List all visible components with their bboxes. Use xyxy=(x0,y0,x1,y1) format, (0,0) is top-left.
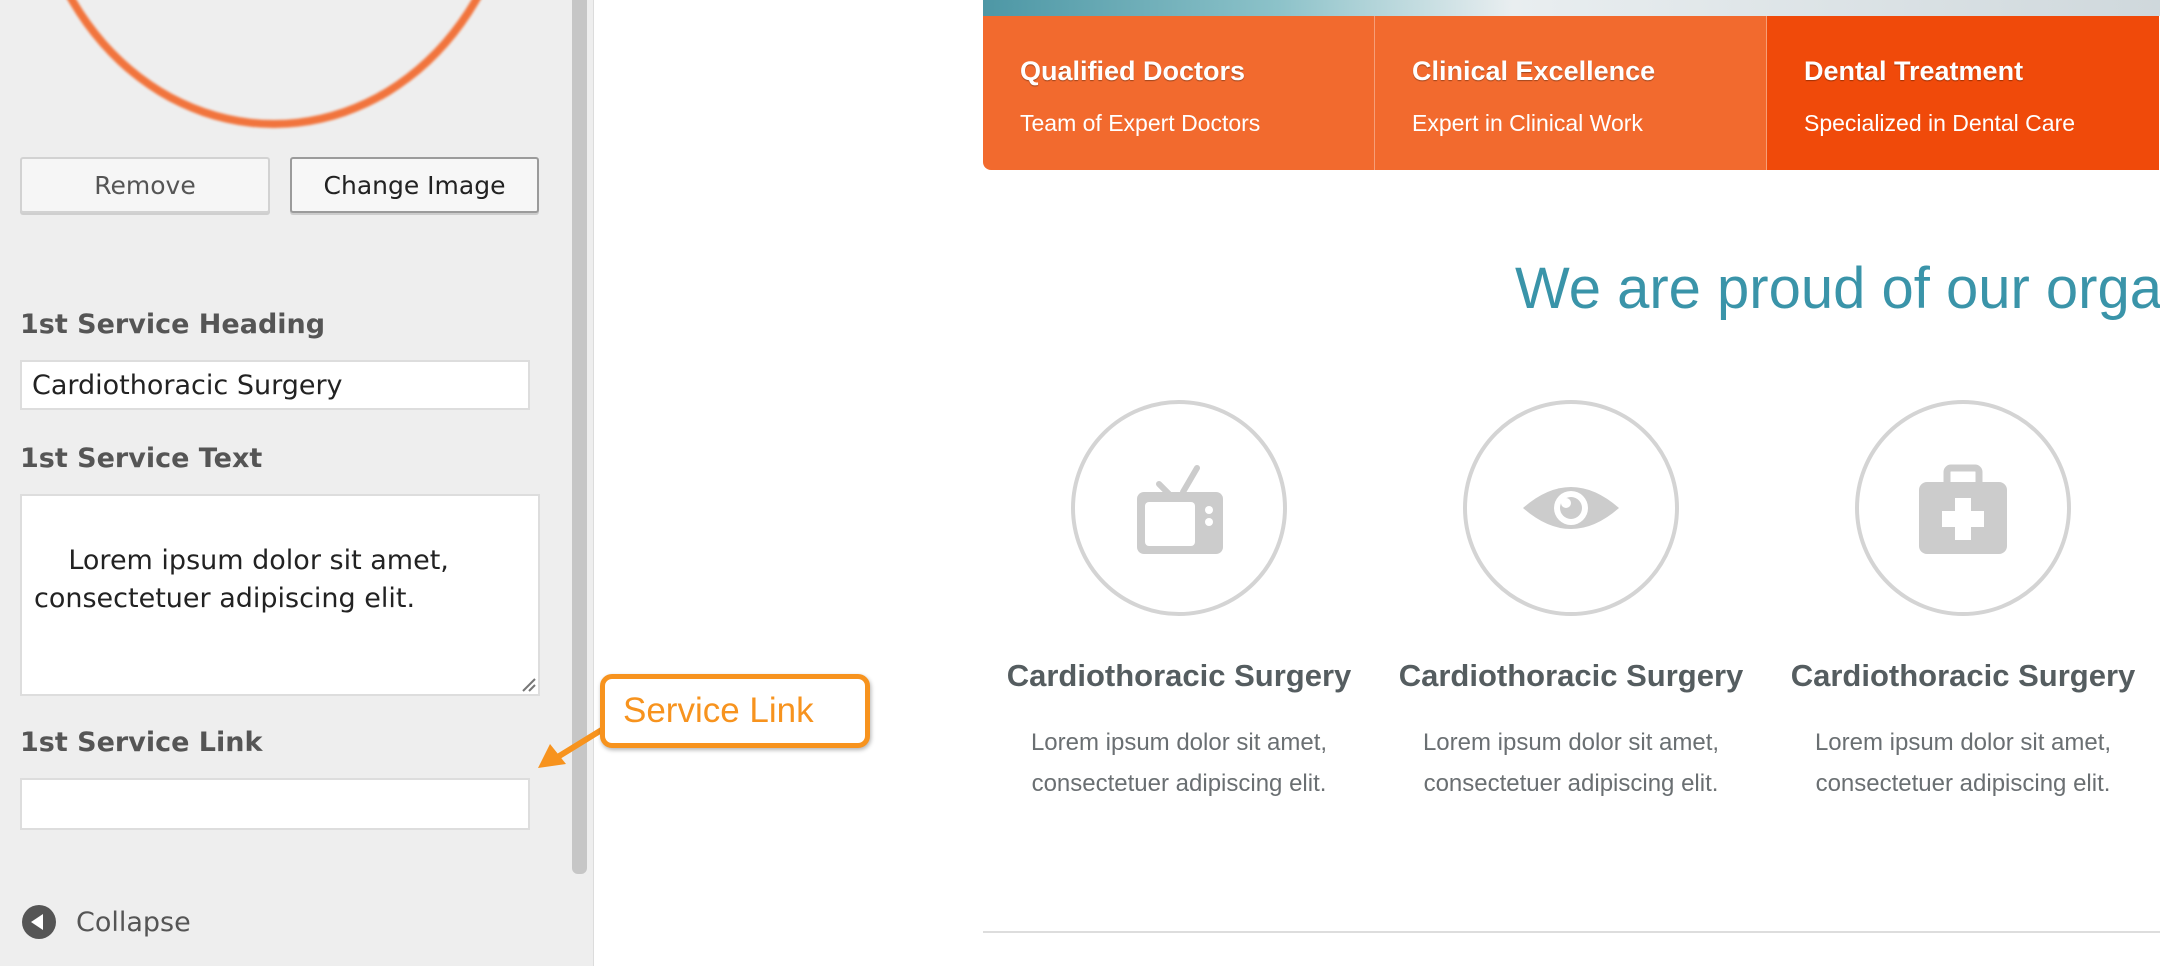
feature-qualified-doctors: Qualified Doctors Team of Expert Doctors xyxy=(983,16,1375,170)
collapse-label: Collapse xyxy=(76,906,191,938)
header-image-preview xyxy=(28,0,520,128)
feature-subtitle: Team of Expert Doctors xyxy=(1020,110,1261,136)
service-card: Cardiothoracic Surgery Lorem ipsum dolor… xyxy=(1375,400,1767,804)
service-link-input[interactable] xyxy=(20,778,530,830)
service-icon-circle xyxy=(1855,400,2071,616)
service-text: Lorem ipsum dolor sit amet, consectetuer… xyxy=(1422,729,1720,797)
service-text-textarea[interactable]: Lorem ipsum dolor sit amet, consectetuer… xyxy=(20,494,540,696)
feature-title: Clinical Excellence xyxy=(1412,56,1656,86)
medical-kit-icon xyxy=(1919,464,2007,554)
feature-dental-treatment: Dental Treatment Specialized in Dental C… xyxy=(1767,16,2159,170)
callout-label: Service Link xyxy=(623,691,814,730)
service-icon-circle xyxy=(1463,400,1679,616)
tv-icon xyxy=(1137,465,1223,554)
service-title: Cardiothoracic Surgery xyxy=(1790,658,2136,693)
service-link-callout: Service Link xyxy=(600,674,870,748)
feature-title: Dental Treatment xyxy=(1804,56,2024,86)
service-text: Lorem ipsum dolor sit amet, consectetuer… xyxy=(1030,729,1328,797)
service-title: Cardiothoracic Surgery xyxy=(1006,658,1352,693)
remove-image-button[interactable]: Remove xyxy=(20,157,270,213)
resize-grip-icon[interactable] xyxy=(520,676,536,692)
customizer-panel: Remove Change Image 1st Service Heading … xyxy=(0,0,594,966)
eye-icon xyxy=(1523,487,1619,529)
service-text-value: Lorem ipsum dolor sit amet, consectetuer… xyxy=(34,545,449,614)
feature-title: Qualified Doctors xyxy=(1020,56,1246,86)
service-heading-label: 1st Service Heading xyxy=(20,309,326,340)
section-heading: We are proud of our orga xyxy=(1515,256,2160,321)
features-bar: Qualified Doctors Team of Expert Doctors… xyxy=(983,16,2160,170)
service-card: Cardiothoracic Surgery Lorem ipsum dolor… xyxy=(1767,400,2159,804)
section-divider xyxy=(983,931,2160,933)
feature-subtitle: Specialized in Dental Care xyxy=(1804,110,2076,136)
service-icon-circle xyxy=(1071,400,1287,616)
site-preview: Qualified Doctors Team of Expert Doctors… xyxy=(595,0,2160,966)
feature-clinical-excellence: Clinical Excellence Expert in Clinical W… xyxy=(1375,16,1767,170)
feature-subtitle: Expert in Clinical Work xyxy=(1412,110,1643,136)
collapse-button[interactable]: Collapse xyxy=(22,905,191,939)
service-text: Lorem ipsum dolor sit amet, consectetuer… xyxy=(1814,729,2112,797)
service-heading-value: Cardiothoracic Surgery xyxy=(32,369,343,401)
service-text-label: 1st Service Text xyxy=(20,443,263,474)
hero-image-strip xyxy=(983,0,2160,16)
service-heading-input[interactable]: Cardiothoracic Surgery xyxy=(20,360,530,410)
service-link-label: 1st Service Link xyxy=(20,727,263,758)
service-card: Cardiothoracic Surgery Lorem ipsum dolor… xyxy=(983,400,1375,804)
collapse-arrow-icon xyxy=(22,905,56,939)
service-title: Cardiothoracic Surgery xyxy=(1398,658,1744,693)
change-image-button[interactable]: Change Image xyxy=(290,157,539,213)
